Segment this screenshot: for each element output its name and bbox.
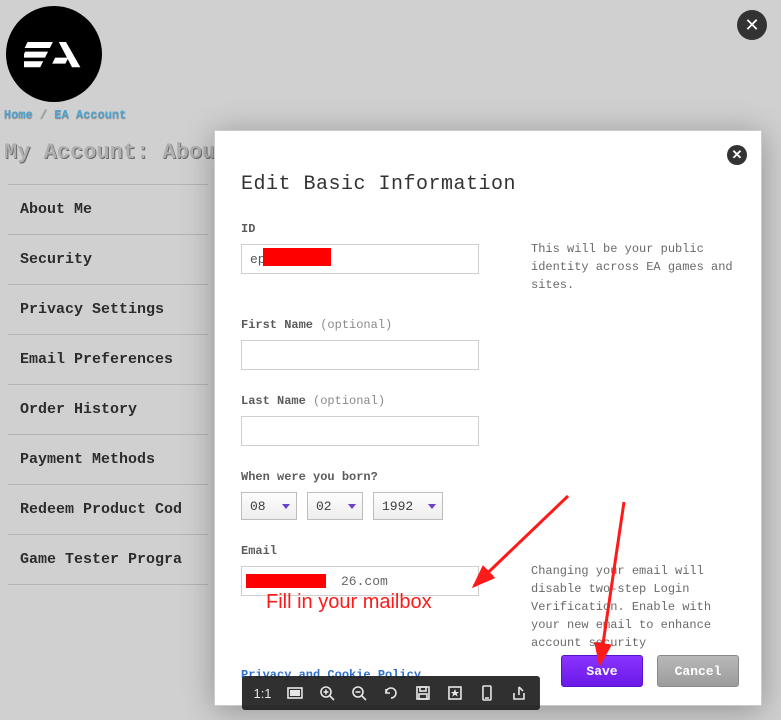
sidebar-item-payment-methods[interactable]: Payment Methods [8,435,208,485]
sidebar-item-email-preferences[interactable]: Email Preferences [8,335,208,385]
breadcrumb: Home / EA Account [4,108,126,122]
first-name-label: First Name (optional) [241,318,519,332]
sidebar-item-about-me[interactable]: About Me [8,185,208,235]
device-icon[interactable] [478,684,496,702]
breadcrumb-sep: / [33,108,55,122]
last-name-input[interactable] [241,416,479,446]
email-label: Email [241,544,519,558]
dob-label: When were you born? [241,470,519,484]
dob-year-select[interactable]: 1992 [373,492,443,520]
sidebar-item-privacy-settings[interactable]: Privacy Settings [8,285,208,335]
email-redaction [246,574,326,588]
sidebar: About Me Security Privacy Settings Email… [8,184,208,585]
first-name-input[interactable] [241,340,479,370]
dob-day-select[interactable]: 02 [307,492,363,520]
image-viewer-toolbar: 1:1 [241,676,539,710]
ea-logo-icon [24,24,84,84]
zoom-in-icon[interactable] [318,684,336,702]
sidebar-item-security[interactable]: Security [8,235,208,285]
zoom-ratio-label: 1:1 [253,686,271,701]
email-visible-suffix: 26.com [341,566,388,596]
cancel-button[interactable]: Cancel [657,655,739,687]
share-icon[interactable] [510,684,528,702]
fit-screen-icon[interactable] [286,684,304,702]
save-icon[interactable] [414,684,432,702]
favorite-icon[interactable] [446,684,464,702]
sidebar-item-redeem-product-code[interactable]: Redeem Product Cod [8,485,208,535]
rotate-icon[interactable] [382,684,400,702]
id-help-text: This will be your public identity across… [531,240,735,294]
sidebar-item-order-history[interactable]: Order History [8,385,208,435]
dialog-close-button[interactable]: ✕ [727,145,747,165]
edit-basic-info-dialog: ✕ Edit Basic Information ID This will be… [214,130,762,706]
email-help-text: Changing your email will disable two-ste… [531,562,735,652]
id-label: ID [241,222,519,236]
zoom-out-icon[interactable] [350,684,368,702]
breadcrumb-home[interactable]: Home [4,108,33,122]
ea-logo [6,6,102,102]
last-name-label: Last Name (optional) [241,394,519,408]
id-redaction [263,248,331,266]
save-button[interactable]: Save [561,655,643,687]
dialog-title: Edit Basic Information [241,173,735,196]
dob-month-select[interactable]: 08 [241,492,297,520]
breadcrumb-section[interactable]: EA Account [54,108,126,122]
sidebar-item-game-tester-program[interactable]: Game Tester Progra [8,535,208,585]
overlay-close-button[interactable]: ✕ [737,10,767,40]
